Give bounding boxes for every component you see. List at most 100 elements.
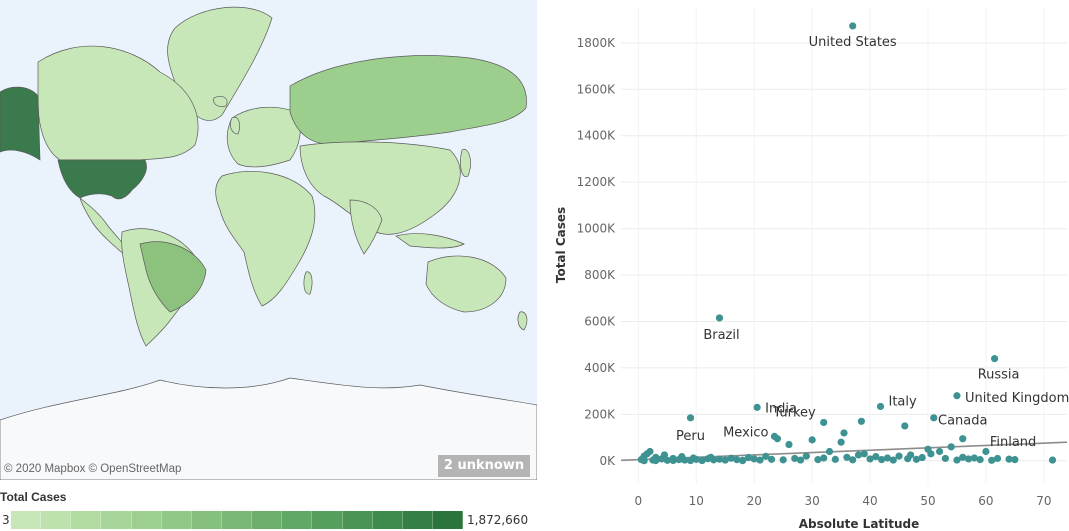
legend-swatch-7	[221, 511, 253, 529]
data-point-31	[779, 456, 787, 464]
legend-swatch-6	[191, 511, 222, 529]
data-point-35	[802, 452, 810, 460]
country-indonesia	[395, 233, 465, 249]
country-new-zealand	[517, 311, 528, 331]
legend-swatch-0	[11, 511, 42, 529]
x-axis-title: Absolute Latitude	[799, 517, 920, 531]
data-point-58	[918, 453, 926, 462]
data-point-63	[941, 454, 949, 463]
data-point-46	[857, 417, 865, 425]
world-map[interactable]: © 2020 Mapbox © OpenStreetMap 2 unknown	[0, 0, 537, 480]
y-tick-label-8: 1600K	[577, 82, 617, 96]
map-canvas	[0, 6, 537, 480]
legend-swatch-12	[372, 511, 403, 529]
unknown-locations-badge[interactable]: 2 unknown	[438, 455, 530, 477]
data-point-78	[698, 456, 706, 465]
country-europe	[226, 106, 301, 168]
x-tick-label-7: 70	[1036, 494, 1051, 508]
y-axis-title: Total Cases	[554, 207, 568, 283]
point-label-brazil: Brazil	[703, 328, 739, 343]
country-africa	[215, 171, 316, 307]
point-label-united-states: United States	[809, 35, 897, 50]
data-point-70	[982, 447, 990, 456]
point-united-states	[849, 22, 857, 30]
x-tick-label-0: 0	[635, 494, 643, 508]
grid-lines	[621, 8, 1067, 484]
legend-max-label: 1,872,660	[467, 513, 529, 527]
data-point-64	[947, 443, 955, 451]
country-alaska	[0, 86, 41, 161]
legend-swatch-5	[161, 511, 192, 529]
data-point-41	[837, 438, 845, 446]
point-label-russia: Russia	[978, 368, 1020, 383]
data-point-62	[935, 447, 944, 456]
legend-swatch-11	[342, 511, 373, 529]
data-point-77	[669, 456, 677, 465]
point-label-finland: Finland	[990, 435, 1036, 450]
y-tick-label-5: 1000K	[577, 222, 617, 236]
x-tick-label-3: 30	[805, 494, 820, 508]
y-tick-label-7: 1400K	[577, 129, 617, 143]
point-label-mexico: Mexico	[723, 425, 768, 440]
y-tick-label-0: 0K	[599, 454, 616, 468]
data-point-76	[652, 456, 660, 465]
data-point-75	[640, 457, 648, 465]
data-point-36	[808, 436, 816, 444]
point-mexico	[770, 432, 779, 440]
country-united-states	[57, 159, 147, 200]
legend-swatch-13	[402, 511, 433, 529]
country-russia	[289, 55, 527, 145]
data-point-53	[895, 452, 903, 460]
y-tick-label-1: 200K	[584, 407, 616, 421]
y-tick-label-4: 800K	[584, 268, 616, 282]
legend-swatch-9	[282, 511, 313, 529]
scatter-chart[interactable]: 0K 200K 400K 600K 800K 1000K 1200K 1400K 1600K 18…	[537, 0, 1069, 531]
x-tick-label-4: 40	[862, 494, 877, 508]
legend-min-label: 3	[2, 513, 10, 527]
map-attribution: © 2020 Mapbox © OpenStreetMap	[4, 463, 182, 475]
data-point-44	[849, 456, 857, 464]
legend-swatch-10	[312, 511, 343, 529]
point-brazil	[715, 314, 724, 322]
point-label-united-kingdom: United Kingdom	[965, 391, 1069, 406]
x-axis-ticks: 0 10 20 30 40 50 60 70	[635, 494, 1052, 508]
data-point-38	[820, 454, 828, 462]
point-label-italy: Italy	[888, 394, 917, 409]
x-tick-label-6: 60	[978, 494, 993, 508]
point-russia	[990, 355, 999, 363]
legend-swatch-2	[71, 511, 102, 529]
data-point-74	[1048, 456, 1057, 464]
x-tick-label-5: 50	[920, 494, 935, 508]
point-united-kingdom	[953, 392, 961, 400]
data-point-61	[930, 414, 938, 422]
data-point-32	[785, 440, 793, 449]
y-axis-ticks: 0K 200K 400K 600K 800K 1000K 1200K 1400K 1600K 18…	[577, 36, 617, 468]
point-labels: United States Brazil Russia United Kingdom I…	[676, 35, 1069, 450]
y-tick-label-2: 400K	[584, 361, 616, 375]
point-label-peru: Peru	[676, 429, 705, 444]
legend-color-scale	[11, 511, 464, 529]
point-finland	[1005, 455, 1013, 463]
data-point-42	[840, 429, 848, 437]
y-tick-label-3: 600K	[584, 314, 616, 328]
country-madagascar	[303, 271, 313, 295]
point-turkey	[820, 418, 828, 427]
legend-swatch-3	[101, 511, 132, 529]
data-point-29	[767, 455, 776, 463]
point-peru	[686, 414, 695, 422]
point-canada	[959, 435, 967, 443]
country-shapes	[0, 6, 537, 480]
data-point-54	[901, 422, 909, 430]
x-tick-label-1: 10	[689, 494, 704, 508]
data-point-72	[993, 454, 1002, 463]
y-tick-label-6: 1200K	[577, 175, 617, 189]
data-point-40	[831, 455, 839, 463]
legend-swatch-1	[41, 511, 72, 529]
country-australia	[425, 255, 507, 313]
legend-swatch-14	[432, 511, 464, 529]
legend-swatch-8	[252, 511, 283, 529]
point-label-turkey: Turkey	[772, 405, 816, 420]
data-point-39	[825, 447, 834, 456]
y-tick-label-9: 1800K	[577, 36, 617, 50]
data-point-47	[860, 450, 868, 458]
